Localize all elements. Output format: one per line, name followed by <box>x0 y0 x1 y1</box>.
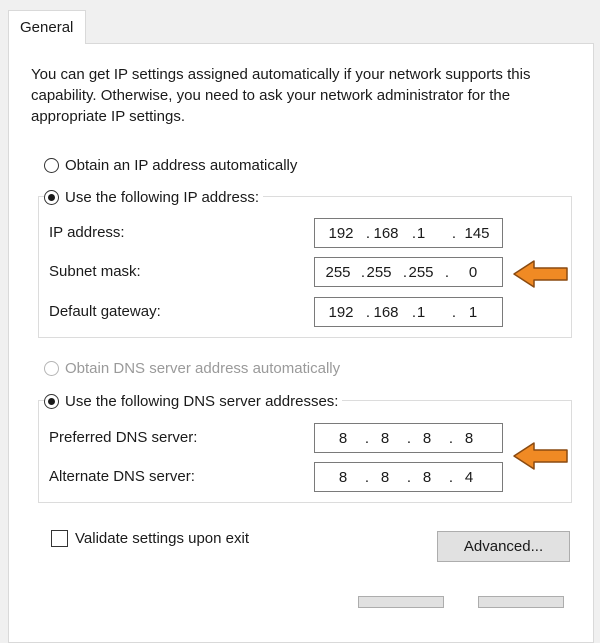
ip-auto-radio[interactable] <box>44 157 59 173</box>
validate-checkbox[interactable] <box>51 530 68 547</box>
gateway-octet-2: 168 <box>373 304 399 321</box>
dns-auto-label: Obtain DNS server address automatically <box>65 359 341 377</box>
tab-general[interactable]: General <box>8 10 86 44</box>
ip-octet-4: 145 <box>464 225 490 242</box>
subnet-octet-2: 255 <box>366 264 392 281</box>
intro-text: You can get IP settings assigned automat… <box>31 66 531 125</box>
orange-arrow-icon <box>513 442 568 470</box>
ip-address-label: IP address: <box>49 224 125 241</box>
alternate-octet-2: 8 <box>380 469 390 486</box>
alternate-dns-input[interactable]: 8 . 8 . 8 . 4 <box>314 462 503 492</box>
subnet-mask-label: Subnet mask: <box>49 263 141 280</box>
ip-auto-label: Obtain an IP address automatically <box>65 156 298 174</box>
ip-address-input[interactable]: 192 . 168 . 1 . 145 <box>314 218 503 248</box>
subnet-octet-1: 255 <box>325 264 351 281</box>
ip-octet-3: 1 <box>416 225 426 242</box>
gateway-octet-4: 1 <box>468 304 478 321</box>
preferred-octet-2: 8 <box>380 430 390 447</box>
subnet-octet-4: 0 <box>468 264 478 281</box>
preferred-dns-label: Preferred DNS server: <box>49 429 198 446</box>
preferred-dns-input[interactable]: 8 . 8 . 8 . 8 <box>314 423 503 453</box>
alternate-octet-4: 4 <box>464 469 474 486</box>
alternate-dns-label: Alternate DNS server: <box>49 468 195 485</box>
dns-auto-radio[interactable] <box>44 360 59 376</box>
default-gateway-label: Default gateway: <box>49 303 161 320</box>
validate-label: Validate settings upon exit <box>75 530 250 547</box>
ip-manual-label: Use the following IP address: <box>65 188 259 206</box>
dns-manual-radio[interactable] <box>44 393 59 409</box>
orange-arrow-icon <box>513 260 568 288</box>
tab-general-label: General <box>20 19 74 36</box>
preferred-octet-3: 8 <box>422 430 432 447</box>
dns-manual-option[interactable]: Use the following DNS server addresses: <box>44 390 343 412</box>
advanced-button[interactable]: Advanced... <box>437 531 570 562</box>
ip-manual-option[interactable]: Use the following IP address: <box>44 186 263 208</box>
dns-auto-option[interactable]: Obtain DNS server address automatically <box>44 357 340 379</box>
gateway-octet-1: 192 <box>328 304 354 321</box>
ok-button[interactable] <box>358 596 444 608</box>
default-gateway-input[interactable]: 192 . 168 . 1 . 1 <box>314 297 503 327</box>
preferred-octet-1: 8 <box>338 430 348 447</box>
ip-manual-radio[interactable] <box>44 189 59 205</box>
validate-option[interactable]: Validate settings upon exit <box>51 530 249 547</box>
gateway-octet-3: 1 <box>416 304 426 321</box>
preferred-octet-4: 8 <box>464 430 474 447</box>
ip-auto-option[interactable]: Obtain an IP address automatically <box>44 154 297 176</box>
cancel-button[interactable] <box>478 596 564 608</box>
dns-manual-label: Use the following DNS server addresses: <box>65 392 339 410</box>
subnet-mask-input[interactable]: 255 . 255 . 255 . 0 <box>314 257 503 287</box>
alternate-octet-1: 8 <box>338 469 348 486</box>
ip-octet-1: 192 <box>328 225 354 242</box>
alternate-octet-3: 8 <box>422 469 432 486</box>
subnet-dot-3: . <box>444 264 450 281</box>
subnet-octet-3: 255 <box>408 264 434 281</box>
ip-octet-2: 168 <box>373 225 399 242</box>
